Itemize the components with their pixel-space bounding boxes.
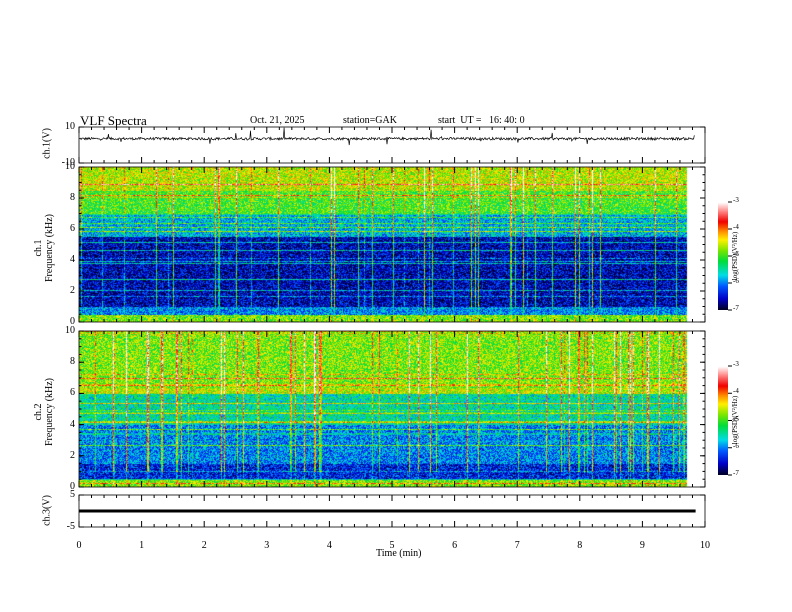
x-tick-label: 9	[639, 540, 645, 551]
colorbar-tick-label: -3	[733, 196, 739, 204]
ch1-waveform-line	[78, 127, 695, 146]
panel-frame-1	[78, 166, 706, 323]
colorbar-tick-label: -7	[733, 469, 739, 477]
y-tick-label: 8	[70, 192, 75, 203]
y-tick-label: 5	[70, 489, 75, 500]
ch1-spec-ylabel: ch.1 Frequency (kHz)	[33, 208, 55, 288]
ch3-ylabel: ch.3(V)	[41, 495, 53, 526]
colorbar-tick-label: -4	[733, 387, 739, 396]
y-tick-label: 8	[70, 356, 75, 368]
x-tick-label: 3	[264, 540, 270, 551]
y-tick-label: 6	[70, 223, 75, 234]
colorbar-tick-label: -4	[733, 223, 739, 231]
y-tick-label: 6	[70, 387, 75, 399]
y-tick-label: 4	[70, 254, 75, 265]
vlf-spectra-figure: VLF Spectra Oct. 21, 2025 station=GAK st…	[0, 0, 792, 612]
ch1-ylabel: ch.1(V)	[41, 128, 53, 159]
y-tick-label: 10	[65, 325, 75, 336]
x-tick-label: 4	[326, 540, 332, 551]
colorbar-tick-label: -7	[733, 304, 739, 312]
y-tick-label: -5	[66, 521, 75, 532]
colorbar-tick-label: -6	[733, 441, 739, 450]
ch2-spec-ylabel-line2: Frequency (kHz)	[44, 377, 55, 447]
x-tick-label: 1	[139, 540, 145, 551]
y-tick-label: 10	[65, 161, 75, 172]
x-tick-label: 5	[389, 540, 395, 551]
y-tick-label: 2	[70, 285, 75, 296]
y-tick-label: 2	[70, 449, 75, 461]
ch2-spec-ylabel: ch.2 Frequency (kHz)	[33, 372, 55, 452]
ch1-spec-ylabel-line2: Frequency (kHz)	[44, 213, 55, 283]
colorbar-tick-label: -3	[733, 360, 739, 368]
plot-axes	[78, 126, 732, 528]
colorbar-tick-label: -5	[733, 414, 739, 423]
x-tick-label: 0	[76, 540, 82, 551]
ch2-spec-ylabel-line1: ch.2	[33, 403, 44, 421]
x-tick-label: 2	[201, 540, 207, 551]
x-tick-label: 6	[452, 540, 458, 551]
y-tick-label: 4	[70, 418, 75, 430]
x-tick-label: 8	[577, 540, 583, 551]
x-tick-label: 7	[514, 540, 520, 551]
y-tick-label: 10	[65, 121, 75, 132]
colorbar-tick-label: -5	[733, 250, 739, 258]
colorbar-tick-label: -6	[733, 277, 739, 285]
panel-frame-2	[78, 330, 706, 488]
x-tick-label: 10	[700, 540, 710, 551]
ch1-spec-ylabel-line1: ch.1	[33, 239, 44, 257]
